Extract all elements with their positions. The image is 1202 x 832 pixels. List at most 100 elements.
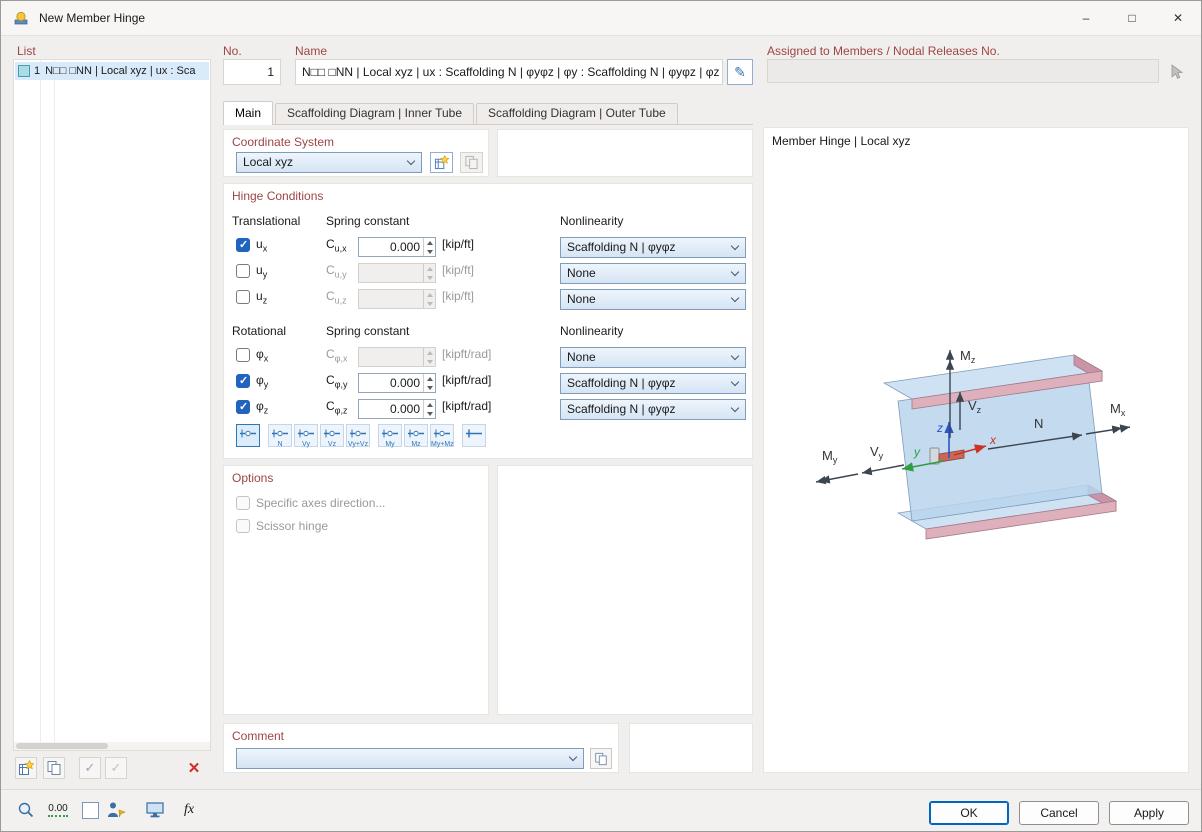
label-vy: Vy — [870, 444, 884, 461]
dialog-footer: 0.00 fx OK Cancel Apply — [1, 789, 1201, 831]
hinge-row-phiz: φz Cφ,z 0.000 [kipft/rad] Scaffolding N … — [224, 398, 752, 420]
hinge-glyph-icon — [434, 429, 450, 438]
hinge-list[interactable]: 1 N□□ □NN | Local xyz | ux : Sca — [13, 59, 211, 751]
checkbox-phix[interactable] — [236, 348, 250, 362]
list-item-number: 1 — [34, 65, 41, 77]
preset-mz-button[interactable]: Mz — [404, 424, 428, 448]
spring-constant-header: Spring constant — [326, 214, 410, 228]
preset-n-button[interactable]: N — [268, 424, 292, 448]
preset-vy-button[interactable]: Vy — [294, 424, 318, 448]
spring-input-uy — [358, 263, 436, 283]
preset-rigid-button[interactable] — [462, 424, 486, 447]
checkbox-ux[interactable] — [236, 238, 250, 252]
checkbox-uz[interactable] — [236, 290, 250, 304]
hinge-number-value: 1 — [267, 65, 274, 79]
comment-panel: Comment — [223, 723, 619, 773]
nonlinearity-select-phiz[interactable]: Scaffolding N | φyφz — [560, 399, 746, 420]
close-button[interactable]: ✕ — [1155, 1, 1201, 34]
new-item-icon — [19, 760, 34, 775]
nonlinearity-select-uz[interactable]: None — [560, 289, 746, 310]
label-n: N — [1034, 416, 1043, 431]
fx-icon: fx — [183, 802, 195, 817]
list-grid-line — [54, 60, 55, 742]
preview-title: Member Hinge | Local xyz — [772, 134, 911, 148]
app-icon — [14, 11, 28, 25]
edit-disabled-icon — [465, 155, 478, 170]
empty-panel-middle — [497, 465, 753, 715]
search-icon — [18, 802, 34, 818]
comment-select[interactable] — [236, 748, 584, 769]
moment-mx-arrow-head2 — [1111, 425, 1123, 434]
coordinate-system-select[interactable]: Local xyz — [236, 152, 422, 173]
spinner-phiy[interactable] — [423, 374, 435, 392]
delete-item-button[interactable]: ✕ — [183, 757, 205, 779]
tab-main[interactable]: Main — [223, 101, 274, 125]
name-value: N□□ □NN | Local xyz | ux : Scaffolding N… — [302, 65, 722, 79]
spring-input-ux[interactable]: 0.000 — [358, 237, 436, 257]
hinge-type-icon — [18, 65, 30, 77]
tab-scaffolding-inner-tube[interactable]: Scaffolding Diagram | Inner Tube — [275, 103, 475, 124]
spring-label-cux: Cu,x — [326, 237, 347, 254]
hinge-row-phiy: φy Cφ,y 0.000 [kipft/rad] Scaffolding N … — [224, 372, 752, 394]
edit-coordinate-system-button — [460, 152, 483, 173]
tab-scaffolding-outer-tube[interactable]: Scaffolding Diagram | Outer Tube — [476, 103, 678, 124]
copy-item-button[interactable] — [43, 757, 65, 779]
checkbox-specific-axes — [236, 496, 250, 510]
preset-my-button[interactable]: My — [378, 424, 402, 448]
edit-name-button[interactable]: ✎ — [727, 59, 753, 85]
cancel-button[interactable]: Cancel — [1019, 801, 1099, 825]
decimal-places-button[interactable]: 0.00 — [45, 799, 71, 821]
color-swatch-button[interactable] — [79, 799, 101, 821]
label-x: x — [989, 433, 997, 447]
window-titlebar[interactable]: New Member Hinge – □ ✕ — [1, 1, 1201, 36]
unit-phix: [kipft/rad] — [442, 347, 492, 361]
hinge-row-uz: uz Cu,z [kip/ft] None — [224, 288, 752, 310]
axis-label-ux: ux — [256, 237, 268, 254]
assign-to-members-button[interactable] — [103, 799, 129, 821]
ok-button[interactable]: OK — [929, 801, 1009, 825]
name-field[interactable]: N□□ □NN | Local xyz | ux : Scaffolding N… — [295, 59, 723, 85]
spring-label-cphix: Cφ,x — [326, 347, 348, 364]
scrollbar-thumb[interactable] — [16, 743, 108, 749]
spinner-ux[interactable] — [423, 238, 435, 256]
function-editor-button[interactable]: fx — [177, 799, 201, 821]
apply-button[interactable]: Apply — [1109, 801, 1189, 825]
spring-input-phiy[interactable]: 0.000 — [358, 373, 436, 393]
maximize-button[interactable]: □ — [1109, 1, 1155, 34]
hinge-glyph-icon — [382, 429, 398, 438]
preset-vz-button[interactable]: Vz — [320, 424, 344, 448]
rotational-header: Rotational — [232, 324, 287, 338]
preset-current-button[interactable] — [236, 424, 260, 447]
spinner-phiz[interactable] — [423, 400, 435, 418]
translational-header: Translational — [232, 214, 301, 228]
copy-comment-button[interactable] — [590, 748, 612, 769]
nonlinearity-select-uy[interactable]: None — [560, 263, 746, 284]
list-item-text: N□□ □NN | Local xyz | ux : Sca — [45, 65, 196, 77]
display-settings-button[interactable] — [143, 799, 167, 821]
find-button[interactable] — [15, 799, 37, 821]
deselect-check-button[interactable]: ✓ — [105, 757, 127, 779]
checkbox-phiy[interactable] — [236, 374, 250, 388]
checkbox-uy[interactable] — [236, 264, 250, 278]
nonlinearity-select-ux[interactable]: Scaffolding N | φyφz — [560, 237, 746, 258]
copy-icon — [595, 752, 607, 765]
preset-vy-vz-button[interactable]: Vy+Vz — [346, 424, 370, 448]
no-label: No. — [223, 44, 242, 58]
spring-input-phiz[interactable]: 0.000 — [358, 399, 436, 419]
minimize-button[interactable]: – — [1063, 1, 1109, 34]
spring-label-cphiy: Cφ,y — [326, 373, 348, 390]
preset-my-mz-button[interactable]: My+Mz — [430, 424, 454, 448]
checkbox-phiz[interactable] — [236, 400, 250, 414]
new-coordinate-system-button[interactable] — [430, 152, 453, 173]
new-item-button[interactable] — [15, 757, 37, 779]
specific-axes-label: Specific axes direction... — [256, 496, 386, 510]
hinge-conditions-panel: Hinge Conditions Translational Spring co… — [223, 183, 753, 459]
unit-phiy: [kipft/rad] — [442, 373, 492, 387]
nonlinearity-select-phiy[interactable]: Scaffolding N | φyφz — [560, 373, 746, 394]
horizontal-scrollbar[interactable] — [14, 742, 210, 750]
list-item-1[interactable]: 1 N□□ □NN | Local xyz | ux : Sca — [15, 62, 209, 80]
rigid-glyph-icon — [466, 429, 482, 438]
nonlinearity-select-phix[interactable]: None — [560, 347, 746, 368]
comment-title: Comment — [232, 729, 285, 743]
select-check-button[interactable]: ✓ — [79, 757, 101, 779]
